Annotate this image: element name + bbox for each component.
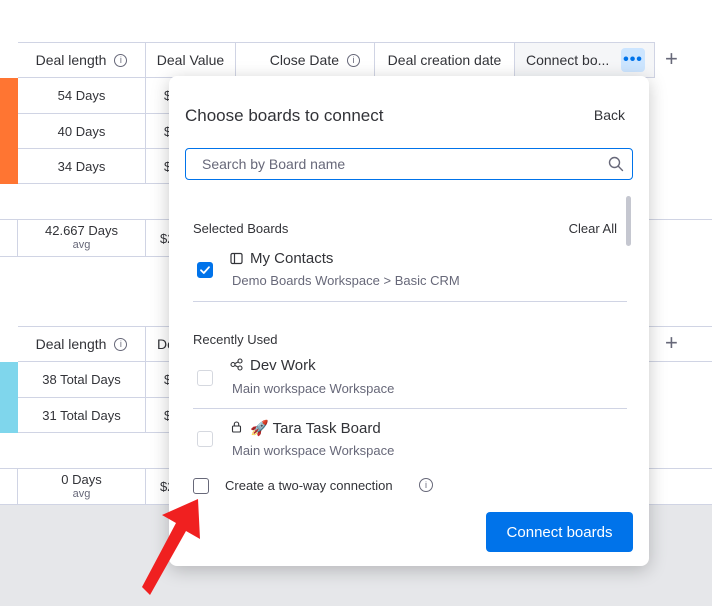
add-column-icon[interactable]: + [665,330,678,356]
board-checkbox-dev-work[interactable] [197,370,213,386]
board-name[interactable]: Dev Work [250,357,316,374]
table-row-cell[interactable]: 34 Days [18,149,146,184]
divider [193,301,627,302]
board-search-field[interactable] [185,148,633,180]
table-row-cell[interactable]: 54 Days [18,78,146,114]
header-deal-length[interactable]: Deal length i [18,42,146,78]
info-icon[interactable]: i [347,53,360,67]
table-row-cell[interactable]: 40 Days [18,114,146,149]
info-icon[interactable]: i [114,53,128,67]
two-way-connection-checkbox[interactable] [193,478,209,494]
summary-value: 42.667 Days [45,223,118,238]
header-close-date[interactable]: Close Date i [236,42,375,78]
group-color-strip [0,78,18,184]
summary-sub: avg [72,487,91,500]
lock-icon [231,421,242,433]
header-deal-value-label: Deal Value [156,52,225,68]
header-deal-length-label: Deal length [35,336,107,352]
board-search-input[interactable] [186,149,586,179]
deal-length-value: 40 Days [57,123,106,139]
clear-all-button[interactable]: Clear All [569,221,617,236]
board-name[interactable]: My Contacts [250,250,333,267]
deal-length-value: 38 Total Days [42,372,121,387]
board-icon [230,252,243,265]
header-deal-creation-date[interactable]: Deal creation date [375,42,515,78]
scrollbar[interactable] [626,196,631,246]
board-path: Demo Boards Workspace > Basic CRM [232,273,460,288]
search-icon[interactable] [608,156,624,172]
board-path: Main workspace Workspace [232,381,395,396]
dialog-title: Choose boards to connect [185,106,384,125]
summary-value: 0 Days [61,471,102,487]
deal-length-value: 34 Days [57,158,106,174]
header-deal-creation-date-label: Deal creation date [387,52,502,68]
summary-cell: 42.667 Days avg [18,220,146,257]
board-checkbox-my-contacts[interactable] [197,262,213,278]
header-deal-length[interactable]: Deal length i [18,326,146,362]
summary-cell [0,220,18,257]
deal-length-value: 54 Days [57,88,106,103]
deal-length-value: 31 Total Days [42,407,121,423]
board-path: Main workspace Workspace [232,443,395,458]
header-deal-value[interactable]: Deal Value [146,42,236,78]
board-checkbox-tara-task-board[interactable] [197,431,213,447]
two-way-connection-label[interactable]: Create a two-way connection [225,478,393,493]
summary-sub: avg [72,239,91,251]
header-connect-boards-label: Connect bo... [526,52,610,68]
board-name[interactable]: 🚀 Tara Task Board [250,419,381,437]
table-row-cell[interactable]: 38 Total Days [18,362,146,398]
summary-cell [0,469,18,505]
summary-cell [649,469,712,505]
connect-boards-dialog: Choose boards to connect Back Selected B… [169,76,649,566]
header-close-date-label: Close Date [269,52,339,68]
add-column-icon[interactable]: + [665,46,678,72]
annotation-arrow-icon [142,499,200,595]
info-icon[interactable]: i [114,337,128,351]
checkmark-icon [200,266,210,274]
connected-nodes-icon [230,358,243,371]
table-row-cell[interactable]: 31 Total Days [18,398,146,433]
header-right-cell [649,326,712,362]
summary-cell: 0 Days avg [18,469,146,505]
header-deal-length-label: Deal length [35,52,107,68]
divider [193,408,627,409]
info-icon[interactable]: i [419,478,433,492]
recently-used-label: Recently Used [193,332,278,347]
back-button[interactable]: Back [594,107,625,123]
column-more-button[interactable]: ••• [621,48,645,72]
connect-boards-button[interactable]: Connect boards [486,512,633,552]
selected-boards-label: Selected Boards [193,221,289,236]
group-color-strip [0,362,18,433]
